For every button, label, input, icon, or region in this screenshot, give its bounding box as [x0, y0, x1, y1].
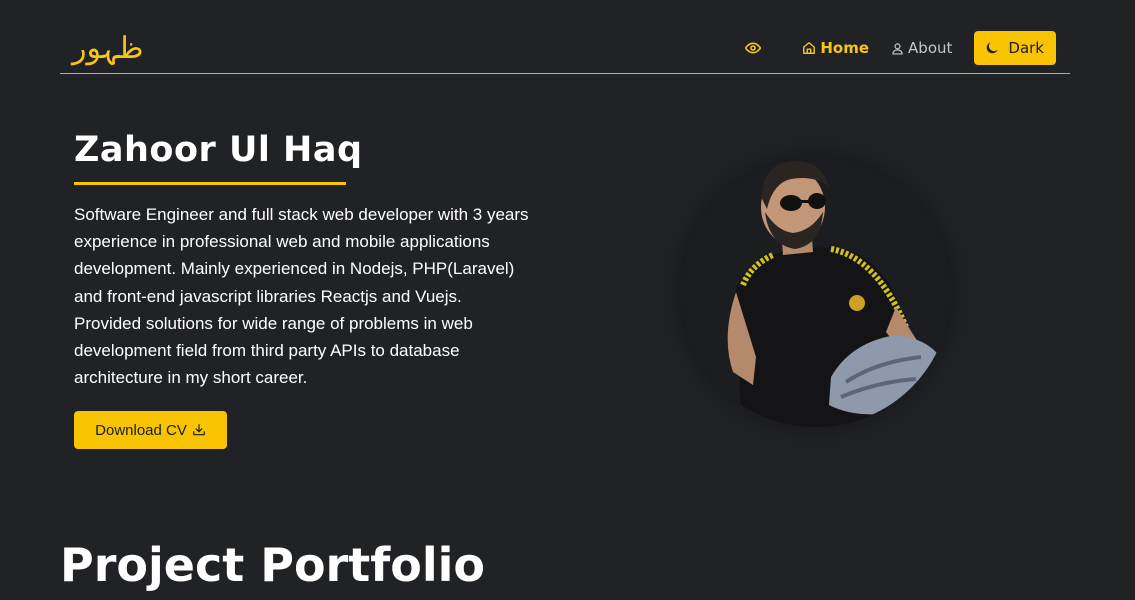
bio-line: Software Engineer and full stack web dev…	[74, 205, 529, 224]
portfolio-title: Project Portfolio	[60, 538, 485, 592]
download-cv-button[interactable]: Download CV	[74, 411, 227, 449]
hero-name: Zahoor Ul Haq	[74, 130, 363, 170]
profile-photo-illustration	[727, 160, 943, 427]
nav-menu: Home About Dark	[738, 31, 1056, 65]
download-icon	[193, 424, 205, 436]
bio-line: architecture in my short career.	[74, 368, 308, 388]
hero-bio: Software Engineer and full stack web dev…	[74, 201, 554, 391]
bio-line: development. Mainly experienced in Nodej…	[74, 259, 515, 279]
profile-photo	[681, 157, 951, 427]
download-cv-label: Download CV	[95, 421, 187, 439]
logo[interactable]: ظہور	[72, 34, 143, 64]
name-underline	[74, 182, 346, 185]
home-icon	[803, 42, 816, 54]
dark-mode-button[interactable]: Dark	[974, 31, 1056, 65]
nav-home-link[interactable]: Home	[802, 39, 869, 57]
navbar: ظہور Home About Dark	[60, 0, 1070, 74]
nav-home-label: Home	[820, 39, 870, 57]
eye-toggle-button[interactable]	[738, 33, 768, 63]
nav-about-link[interactable]: About	[891, 39, 952, 57]
moon-icon	[987, 42, 999, 54]
bio-line: and front-end javascript libraries React…	[74, 286, 462, 306]
bio-line: development field from third party APIs …	[74, 341, 460, 361]
eye-icon	[745, 42, 762, 54]
bio-line: Provided solutions for wide range of pro…	[74, 313, 473, 333]
user-icon	[892, 42, 903, 55]
bio-line: experience in professional web and mobil…	[74, 232, 490, 252]
dark-mode-label: Dark	[1008, 39, 1044, 57]
nav-about-label: About	[908, 39, 953, 57]
